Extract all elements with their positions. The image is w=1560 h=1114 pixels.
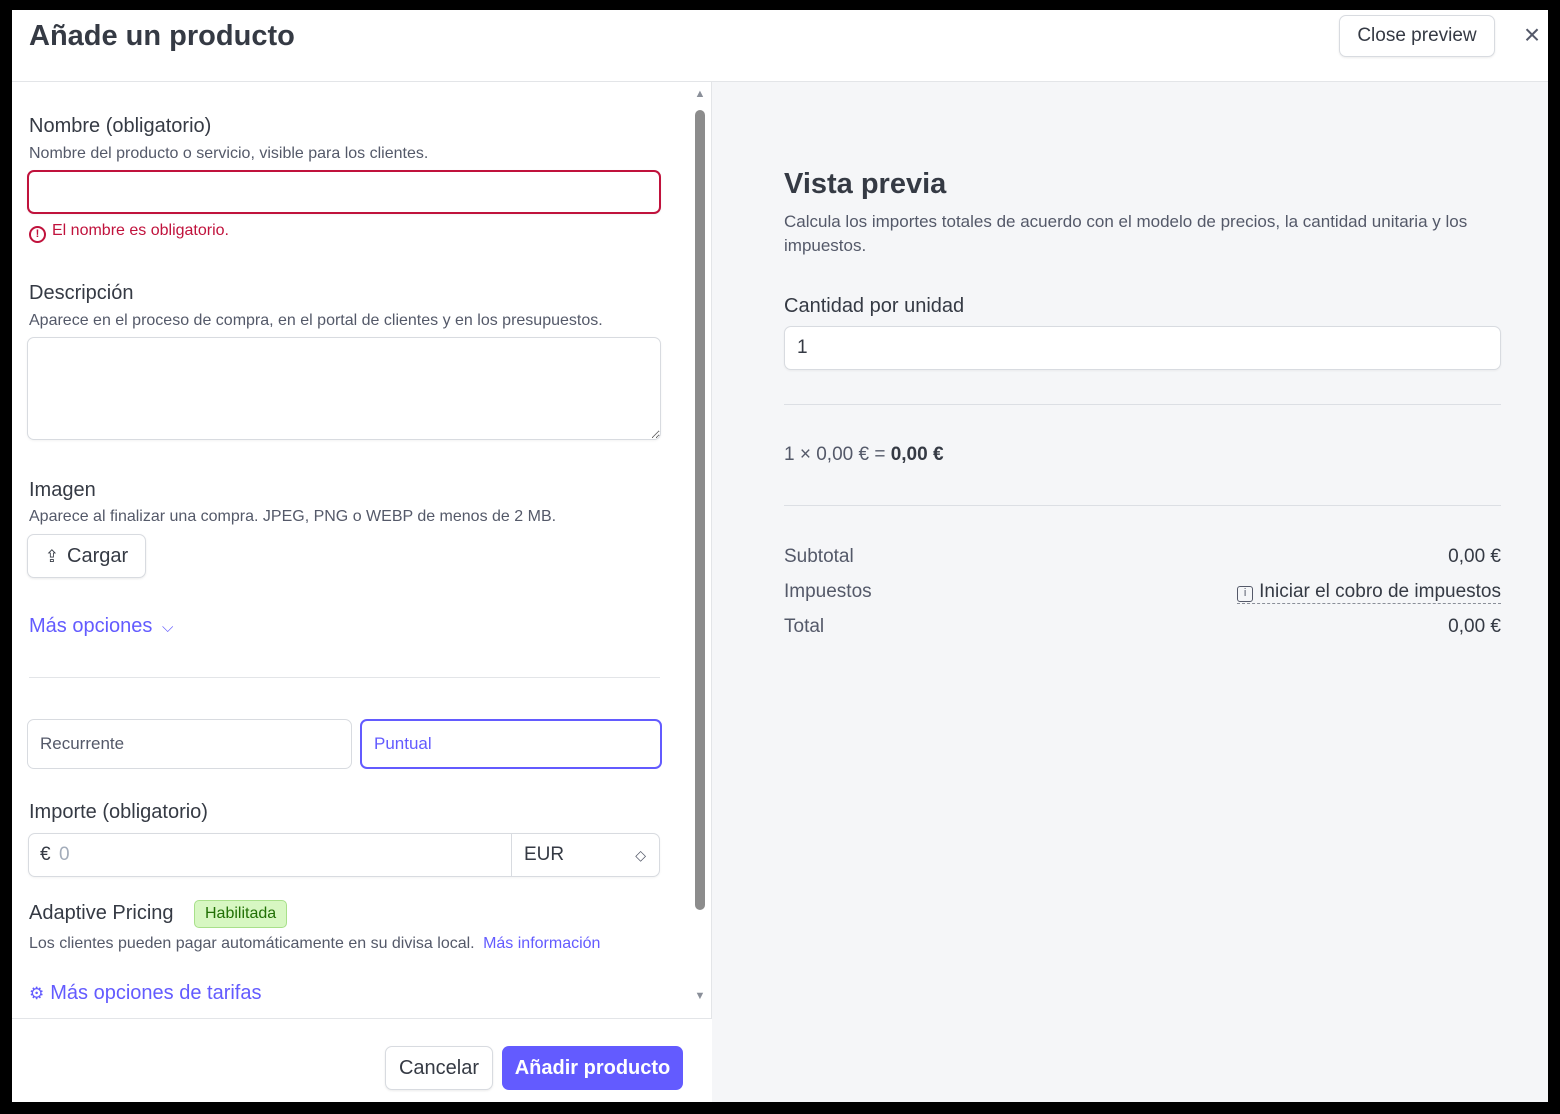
quantity-label: Cantidad por unidad <box>784 295 965 317</box>
image-help: Aparece al finalizar una compra. JPEG, P… <box>29 508 557 525</box>
cancel-button[interactable]: Cancelar <box>385 1046 493 1090</box>
section-divider <box>29 677 660 678</box>
name-label: Nombre (obligatorio) <box>29 115 212 137</box>
start-tax-collection-link[interactable]: i Iniciar el cobro de impuestos <box>1237 581 1501 604</box>
name-input[interactable] <box>27 170 661 214</box>
amount-field: € EUR ◇ <box>28 833 660 877</box>
scroll-thumb[interactable] <box>695 110 705 910</box>
upload-label: Cargar <box>67 544 129 567</box>
close-preview-button[interactable]: Close preview <box>1339 15 1495 57</box>
adaptive-pricing-help: Los clientes pueden pagar automáticament… <box>29 935 600 953</box>
more-options-link[interactable]: Más opciones ⌵ <box>29 615 173 638</box>
adaptive-pricing-label: Adaptive Pricing <box>29 902 174 924</box>
name-help: Nombre del producto o servicio, visible … <box>29 145 429 162</box>
learn-more-link[interactable]: Más información <box>483 935 600 952</box>
pricing-option-recurring[interactable]: Recurrente <box>27 719 352 769</box>
scroll-down-icon[interactable]: ▼ <box>694 990 706 1002</box>
name-error: ! El nombre es obligatorio. <box>29 222 229 243</box>
currency-symbol: € <box>40 844 51 865</box>
add-product-button[interactable]: Añadir producto <box>502 1046 683 1090</box>
upload-button[interactable]: ⇪ Cargar <box>27 534 146 578</box>
name-error-text: El nombre es obligatorio. <box>52 222 229 239</box>
product-form-panel: Nombre (obligatorio) Nombre del producto… <box>12 82 712 1102</box>
preview-title: Vista previa <box>784 168 947 200</box>
scroll-up-icon[interactable]: ▲ <box>694 88 706 100</box>
pricing-option-one-time[interactable]: Puntual <box>360 719 662 769</box>
adaptive-pricing-help-text: Los clientes pueden pagar automáticament… <box>29 935 475 952</box>
taxes-row: Impuestos i Iniciar el cobro de impuestos <box>784 581 1501 607</box>
form-footer: Cancelar Añadir producto <box>12 1018 712 1102</box>
taxes-label: Impuestos <box>784 581 872 602</box>
description-help: Aparece en el proceso de compra, en el p… <box>29 312 603 329</box>
status-badge: Habilitada <box>194 900 288 928</box>
preview-panel: Vista previa Calcula los importes totale… <box>712 82 1548 1102</box>
total-label: Total <box>784 616 825 637</box>
error-icon: ! <box>29 226 46 243</box>
start-tax-collection-label: Iniciar el cobro de impuestos <box>1259 581 1501 602</box>
preview-divider <box>784 404 1501 405</box>
quantity-input[interactable] <box>784 326 1501 370</box>
description-textarea[interactable] <box>27 337 661 440</box>
form-scrollbar[interactable]: ▲ ▼ <box>692 82 708 1018</box>
currency-value: EUR <box>524 844 565 865</box>
more-options-label: Más opciones <box>29 615 153 637</box>
description-label: Descripción <box>29 282 134 304</box>
subtotal-label: Subtotal <box>784 546 854 567</box>
total-row: Total 0,00 € <box>784 616 1501 642</box>
more-rate-options-link[interactable]: ⚙ Más opciones de tarifas <box>29 982 261 1005</box>
sort-arrows-icon: ◇ <box>635 847 646 863</box>
price-formula: 1 × 0,00 € = 0,00 € <box>784 444 944 466</box>
formula-result: 0,00 € <box>890 444 944 465</box>
preview-description: Calcula los importes totales de acuerdo … <box>784 212 1468 255</box>
gear-icon: ⚙ <box>29 984 45 1003</box>
close-icon[interactable]: × <box>1517 20 1547 50</box>
preview-divider <box>784 505 1501 506</box>
info-icon: i <box>1237 586 1254 602</box>
chevron-down-icon: ⌵ <box>161 619 174 636</box>
amount-input[interactable] <box>59 838 499 872</box>
upload-icon: ⇪ <box>44 546 60 566</box>
total-value: 0,00 € <box>1448 616 1501 637</box>
amount-label: Importe (obligatorio) <box>29 801 208 823</box>
currency-select[interactable]: EUR ◇ <box>511 834 660 876</box>
image-label: Imagen <box>29 479 96 501</box>
dialog-header: Añade un producto Close preview × <box>12 10 1548 82</box>
formula-prefix: 1 × 0,00 € = <box>784 444 886 465</box>
add-product-dialog: Añade un producto Close preview × Nombre… <box>12 10 1548 1102</box>
subtotal-value: 0,00 € <box>1448 546 1501 567</box>
subtotal-row: Subtotal 0,00 € <box>784 546 1501 572</box>
page-title: Añade un producto <box>29 20 295 52</box>
more-rate-options-label: Más opciones de tarifas <box>50 982 262 1004</box>
